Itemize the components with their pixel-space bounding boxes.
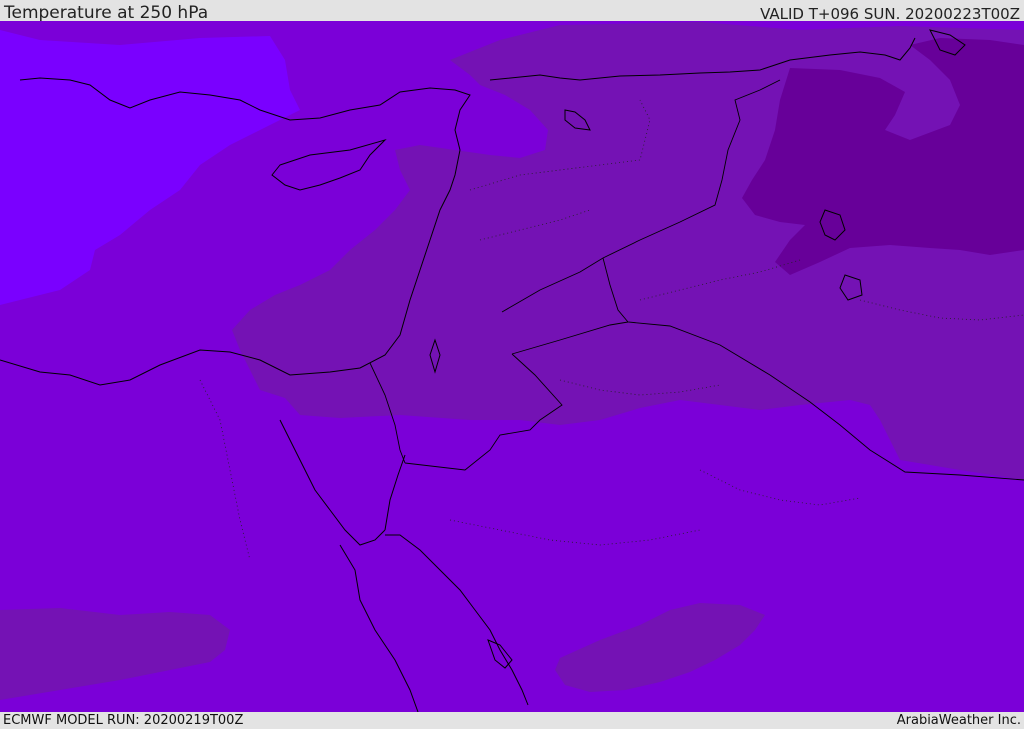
credit-label: ArabiaWeather Inc. (896, 713, 1021, 728)
map-footer: ECMWF MODEL RUN: 20200219T00Z ArabiaWeat… (0, 712, 1024, 729)
map-title: Temperature at 250 hPa (4, 3, 209, 23)
map-header: Temperature at 250 hPa VALID T+096 SUN. … (0, 0, 1024, 23)
model-run-label: ECMWF MODEL RUN: 20200219T00Z (3, 713, 244, 728)
temperature-map (0, 21, 1024, 712)
map-canvas (0, 21, 1024, 712)
